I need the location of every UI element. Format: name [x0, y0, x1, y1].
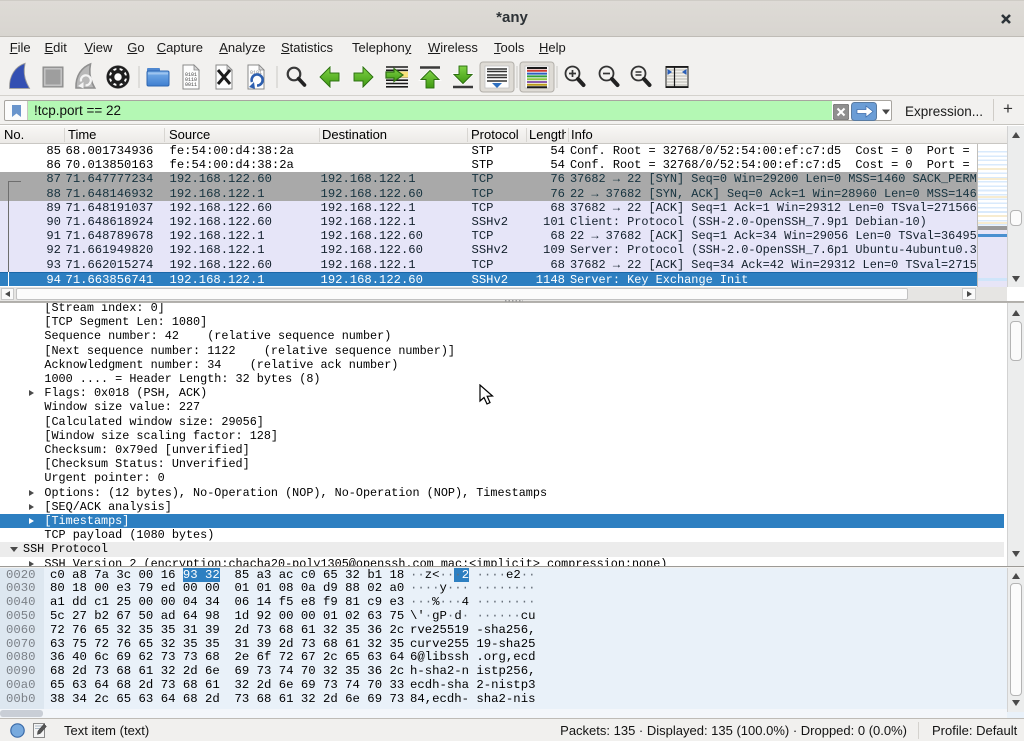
svg-text:0011: 0011 — [185, 82, 197, 88]
